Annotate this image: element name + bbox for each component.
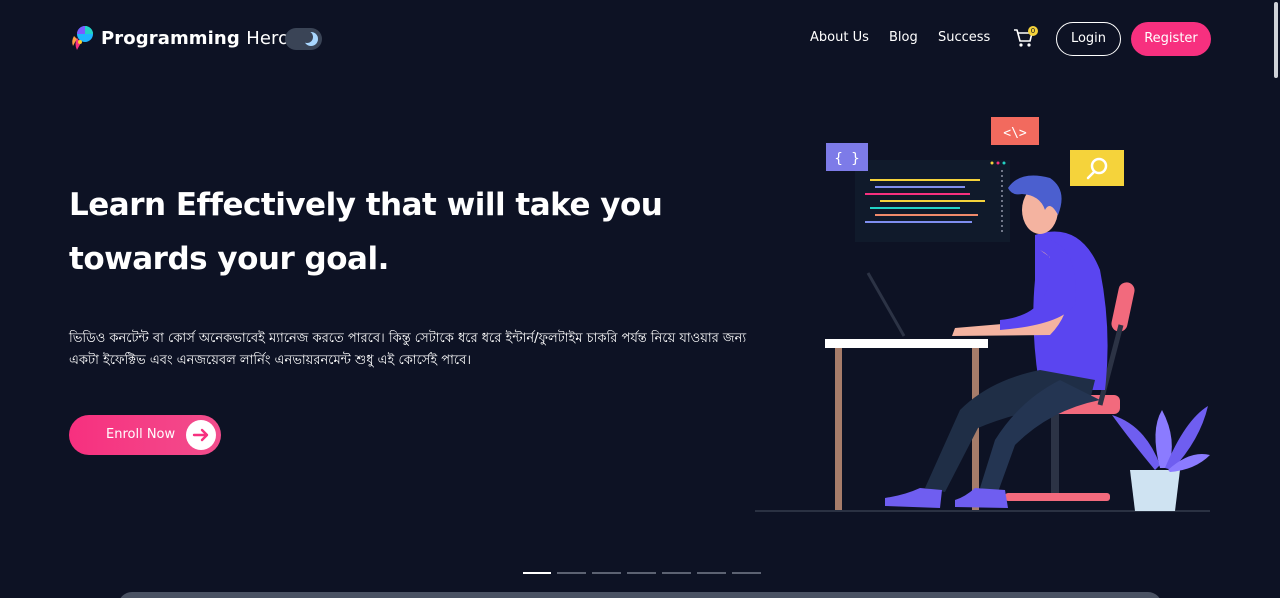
enroll-now-label: Enroll Now — [106, 427, 176, 442]
hero-title: Learn Effectively that will take you tow… — [69, 187, 663, 277]
register-button[interactable]: Register — [1131, 22, 1211, 56]
rocket-swirl-logo — [69, 24, 95, 52]
login-button[interactable]: Login — [1056, 22, 1121, 56]
carousel-dots — [523, 572, 761, 574]
nav-success[interactable]: Success — [938, 30, 990, 45]
carousel-dot[interactable] — [557, 572, 586, 574]
carousel-dot[interactable] — [592, 572, 621, 574]
carousel-dot[interactable] — [523, 572, 551, 574]
arrow-right-icon — [186, 420, 216, 450]
hero-description: ভিডিও কনটেন্ট বা কোর্স অনেকভাবেই ম্যানেজ… — [69, 331, 747, 368]
top-navbar: Programming Hero About Us Blog Success 0… — [0, 0, 1280, 78]
brand[interactable]: Programming Hero — [69, 24, 289, 52]
cart-button[interactable]: 0 — [1012, 26, 1038, 52]
moon-icon — [301, 31, 318, 46]
code-slash-tag: <\> — [1003, 126, 1027, 141]
hero-illustration: { } <\> — [750, 110, 1220, 520]
carousel-dot[interactable] — [732, 572, 761, 574]
enroll-now-button[interactable]: Enroll Now — [69, 415, 221, 455]
theme-toggle[interactable] — [285, 28, 322, 50]
curly-braces-tag: { } — [834, 151, 859, 167]
cart-count-badge: 0 — [1028, 26, 1038, 36]
page-scrollbar[interactable] — [1274, 2, 1278, 78]
brand-name: Programming Hero — [101, 27, 290, 49]
next-section-card — [118, 592, 1162, 598]
nav-blog[interactable]: Blog — [889, 30, 918, 45]
carousel-dot[interactable] — [697, 572, 726, 574]
carousel-dot[interactable] — [662, 572, 691, 574]
carousel-dot[interactable] — [627, 572, 656, 574]
nav-about-us[interactable]: About Us — [810, 30, 869, 45]
